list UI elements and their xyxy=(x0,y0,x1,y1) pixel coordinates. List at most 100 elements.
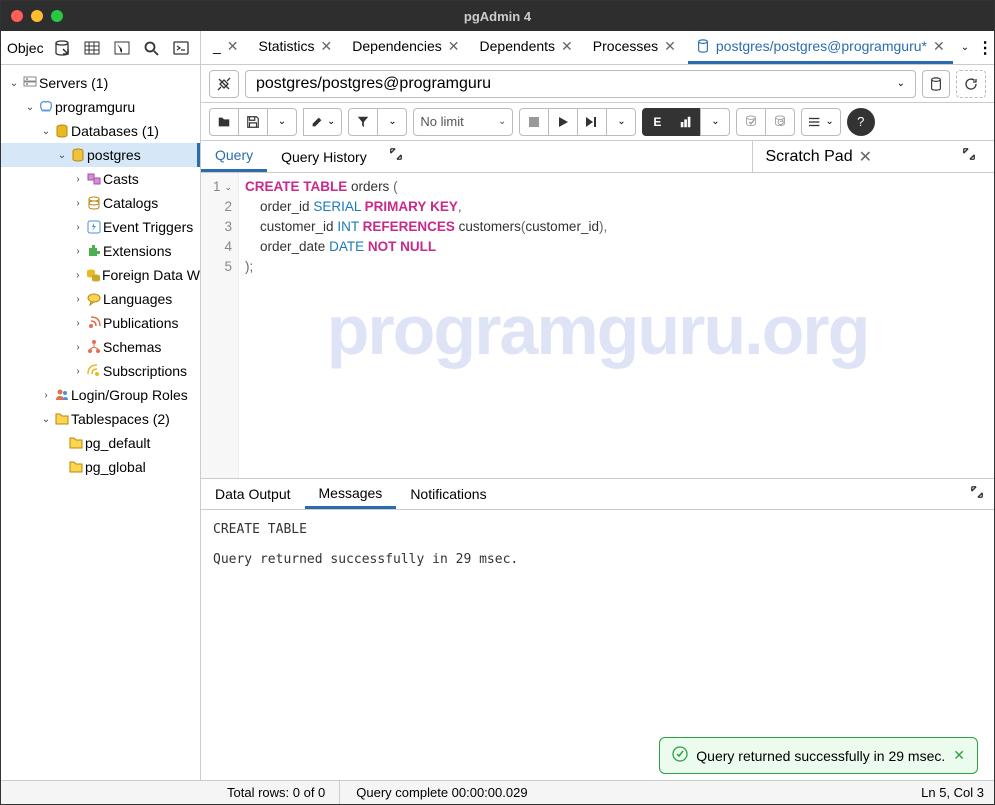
catalogs-icon xyxy=(85,195,103,211)
explain-analyze-button[interactable] xyxy=(671,108,701,136)
folder-icon xyxy=(67,459,85,475)
tree-tablespace-default[interactable]: pg_default xyxy=(1,431,200,455)
tree-casts[interactable]: ›Casts xyxy=(1,167,200,191)
elephant-icon xyxy=(37,99,55,115)
close-tab-icon[interactable]: ✕ xyxy=(561,38,573,55)
execute-button[interactable] xyxy=(548,108,578,136)
tree-foreign-data[interactable]: ›Foreign Data W xyxy=(1,263,200,287)
window-controls xyxy=(11,10,63,22)
kebab-menu-icon[interactable]: ⋮ xyxy=(977,38,993,58)
reset-layout-button[interactable] xyxy=(956,70,986,98)
tree-tablespace-global[interactable]: pg_global xyxy=(1,455,200,479)
close-tab-icon[interactable]: ✕ xyxy=(448,38,460,55)
expand-editor-icon[interactable] xyxy=(381,147,411,166)
tab-dependencies[interactable]: Dependencies✕ xyxy=(344,31,467,64)
tab-truncated[interactable]: _✕ xyxy=(205,31,247,64)
close-tab-icon[interactable]: ✕ xyxy=(933,38,945,55)
connection-select[interactable]: postgres/postgres@programguru ⌄ xyxy=(245,70,916,98)
execute-options-button[interactable] xyxy=(577,108,607,136)
commit-button[interactable] xyxy=(736,108,766,136)
tab-dependents[interactable]: Dependents✕ xyxy=(472,31,581,64)
editor-tabs: Query Query History Scratch Pad ✕ xyxy=(201,141,994,173)
tab-statistics[interactable]: Statistics✕ xyxy=(251,31,341,64)
help-button[interactable]: ? xyxy=(847,108,875,136)
object-explorer: Objec ⌄Servers (1) ⌄programguru ⌄Databas… xyxy=(1,31,201,780)
tab-query-tool[interactable]: postgres/postgres@programguru*✕ xyxy=(688,31,953,64)
expand-output-icon[interactable] xyxy=(962,485,994,504)
tree-server[interactable]: ⌄programguru xyxy=(1,95,200,119)
rollback-button[interactable] xyxy=(765,108,795,136)
trigger-icon xyxy=(85,219,103,235)
tree-servers[interactable]: ⌄Servers (1) xyxy=(1,71,200,95)
tree-event-triggers[interactable]: ›Event Triggers xyxy=(1,215,200,239)
macros-button[interactable]: ⌄ xyxy=(801,108,840,136)
tab-dropdown-icon[interactable]: ⌄ xyxy=(961,42,969,53)
output-tabs: Data Output Messages Notifications xyxy=(201,478,994,510)
tab-notifications[interactable]: Notifications xyxy=(396,479,500,509)
tab-messages[interactable]: Messages xyxy=(305,479,397,509)
tab-query-editor[interactable]: Query xyxy=(201,141,267,172)
code-area[interactable]: CREATE TABLE orders ( order_id SERIAL PR… xyxy=(239,173,613,478)
status-rows: Total rows: 0 of 0 xyxy=(227,781,340,804)
tree-roles[interactable]: ›Login/Group Roles xyxy=(1,383,200,407)
tab-data-output[interactable]: Data Output xyxy=(201,479,305,509)
sql-editor[interactable]: 1 ⌄ 2 3 4 5 CREATE TABLE orders ( order_… xyxy=(201,173,994,478)
limit-select[interactable]: No limit⌄ xyxy=(413,108,513,136)
object-tree: ⌄Servers (1) ⌄programguru ⌄Databases (1)… xyxy=(1,65,200,485)
main-content: _✕ Statistics✕ Dependencies✕ Dependents✕… xyxy=(201,31,994,780)
tab-processes[interactable]: Processes✕ xyxy=(585,31,684,64)
stop-button[interactable] xyxy=(519,108,549,136)
close-tab-icon[interactable]: ✕ xyxy=(227,38,239,55)
subscriptions-icon xyxy=(85,363,103,379)
tree-languages[interactable]: ›Languages xyxy=(1,287,200,311)
window-title: pgAdmin 4 xyxy=(464,9,531,24)
edit-button[interactable]: ⌄ xyxy=(303,108,342,136)
database-icon xyxy=(696,39,710,53)
maximize-window-button[interactable] xyxy=(51,10,63,22)
execute-dropdown[interactable]: ⌄ xyxy=(606,108,636,136)
open-file-button[interactable] xyxy=(209,108,239,136)
languages-icon xyxy=(85,291,103,307)
tree-publications[interactable]: ›Publications xyxy=(1,311,200,335)
explain-button[interactable]: E xyxy=(642,108,672,136)
top-tabs: _✕ Statistics✕ Dependencies✕ Dependents✕… xyxy=(201,31,994,65)
chevron-down-icon: ⌄ xyxy=(897,78,905,89)
sidebar-toolbar: Objec xyxy=(1,31,200,65)
explain-dropdown[interactable]: ⌄ xyxy=(700,108,730,136)
search-icon[interactable] xyxy=(139,35,165,61)
extension-icon xyxy=(85,243,103,259)
tree-database-postgres[interactable]: ⌄postgres xyxy=(1,143,200,167)
role-button[interactable] xyxy=(922,70,950,98)
query-tool-icon[interactable] xyxy=(50,35,76,61)
tree-tablespaces[interactable]: ⌄Tablespaces (2) xyxy=(1,407,200,431)
scratch-pad-panel-header: Scratch Pad ✕ xyxy=(752,141,994,172)
filter-button[interactable] xyxy=(348,108,378,136)
close-tab-icon[interactable]: ✕ xyxy=(664,38,676,55)
close-toast-icon[interactable]: ✕ xyxy=(953,747,965,764)
expand-scratch-icon[interactable] xyxy=(954,147,984,166)
view-data-icon[interactable] xyxy=(79,35,105,61)
tablespaces-icon xyxy=(53,411,71,427)
connection-status-button[interactable] xyxy=(209,70,239,98)
close-tab-icon[interactable]: ✕ xyxy=(321,38,333,55)
tree-schemas[interactable]: ›Schemas xyxy=(1,335,200,359)
line-gutter: 1 ⌄ 2 3 4 5 xyxy=(201,173,239,478)
casts-icon xyxy=(85,171,103,187)
filter-dropdown[interactable]: ⌄ xyxy=(377,108,407,136)
save-dropdown[interactable]: ⌄ xyxy=(267,108,297,136)
psql-icon[interactable] xyxy=(168,35,194,61)
database-group-icon xyxy=(53,123,71,139)
minimize-window-button[interactable] xyxy=(31,10,43,22)
connection-bar: postgres/postgres@programguru ⌄ xyxy=(201,65,994,103)
tree-subscriptions[interactable]: ›Subscriptions xyxy=(1,359,200,383)
close-window-button[interactable] xyxy=(11,10,23,22)
save-button[interactable] xyxy=(238,108,268,136)
tree-databases[interactable]: ⌄Databases (1) xyxy=(1,119,200,143)
tab-query-history[interactable]: Query History xyxy=(267,141,381,172)
tree-extensions[interactable]: ›Extensions xyxy=(1,239,200,263)
close-scratch-icon[interactable]: ✕ xyxy=(859,147,872,167)
filter-rows-icon[interactable] xyxy=(109,35,135,61)
status-cursor-position: Ln 5, Col 3 xyxy=(921,785,984,800)
tree-catalogs[interactable]: ›Catalogs xyxy=(1,191,200,215)
query-toolbar: ⌄ ⌄ ⌄ No limit⌄ ⌄ E ⌄ xyxy=(201,103,994,141)
